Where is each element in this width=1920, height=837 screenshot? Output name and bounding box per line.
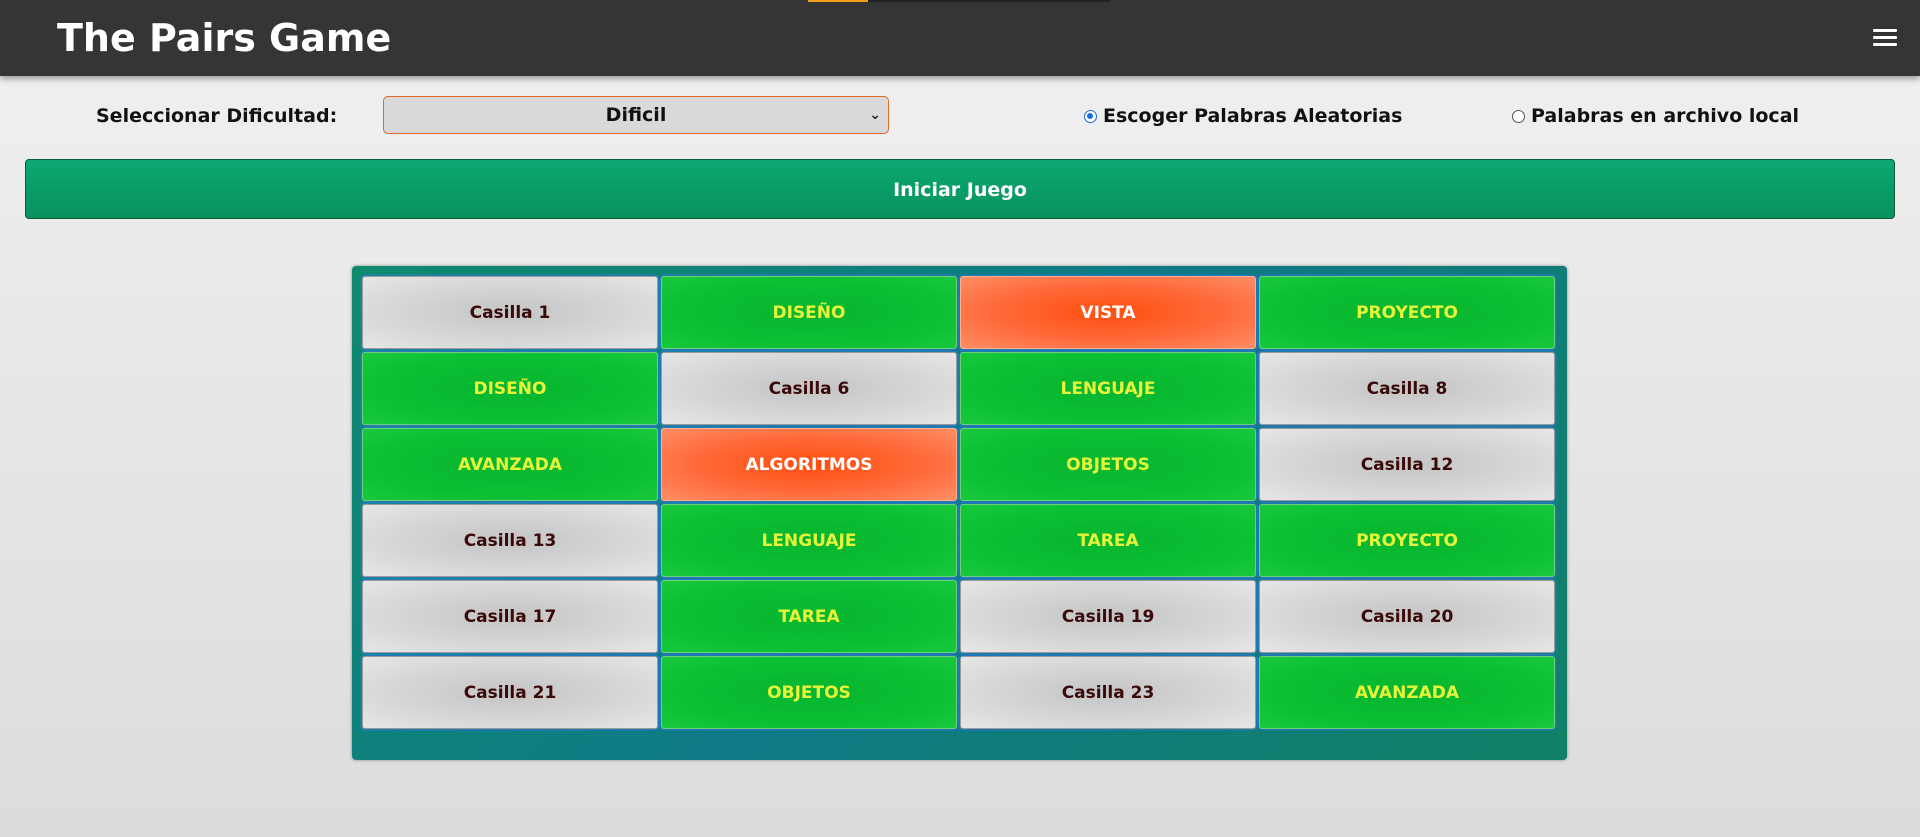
difficulty-select[interactable]: Dificil ⌄ xyxy=(383,96,889,134)
board-tile[interactable]: LENGUAJE xyxy=(960,352,1256,425)
radio-random-indicator[interactable] xyxy=(1084,109,1097,123)
menu-bar xyxy=(1873,35,1897,39)
board-tile[interactable]: Casilla 12 xyxy=(1259,428,1555,501)
board-tile[interactable]: Casilla 17 xyxy=(362,580,658,653)
board-tile[interactable]: Casilla 20 xyxy=(1259,580,1555,653)
board-tile[interactable]: AVANZADA xyxy=(1259,656,1555,729)
board-tile[interactable]: Casilla 1 xyxy=(362,276,658,349)
board-tile[interactable]: Casilla 19 xyxy=(960,580,1256,653)
board-tile[interactable]: VISTA xyxy=(960,276,1256,349)
game-controls: Seleccionar Dificultad: Dificil ⌄ Escoge… xyxy=(0,96,1920,136)
board-tile[interactable]: DISEÑO xyxy=(661,276,957,349)
board-tile[interactable]: Casilla 8 xyxy=(1259,352,1555,425)
radio-local-label: Palabras en archivo local xyxy=(1531,105,1800,127)
loading-progress-bar xyxy=(808,0,1110,2)
board-tile[interactable]: PROYECTO xyxy=(1259,276,1555,349)
menu-bar xyxy=(1873,28,1897,32)
radio-random-words[interactable]: Escoger Palabras Aleatorias xyxy=(1084,105,1402,127)
chevron-down-icon: ⌄ xyxy=(869,107,881,123)
board-tile[interactable]: ALGORITMOS xyxy=(661,428,957,501)
app-title: The Pairs Game xyxy=(57,16,392,60)
board-tile[interactable]: TAREA xyxy=(960,504,1256,577)
start-game-button[interactable]: Iniciar Juego xyxy=(25,159,1895,219)
difficulty-selected-value: Dificil xyxy=(605,104,667,126)
board-tile[interactable]: Casilla 21 xyxy=(362,656,658,729)
difficulty-label: Seleccionar Dificultad: xyxy=(96,105,338,127)
radio-local-file[interactable]: Palabras en archivo local xyxy=(1512,105,1799,127)
loading-progress-fill xyxy=(808,0,869,2)
board-tile[interactable]: Casilla 23 xyxy=(960,656,1256,729)
radio-local-indicator[interactable] xyxy=(1512,109,1525,123)
menu-bar xyxy=(1873,42,1897,46)
board-tile[interactable]: DISEÑO xyxy=(362,352,658,425)
board-tile[interactable]: AVANZADA xyxy=(362,428,658,501)
board-tile[interactable]: Casilla 13 xyxy=(362,504,658,577)
board-tile[interactable]: Casilla 6 xyxy=(661,352,957,425)
board-tile[interactable]: TAREA xyxy=(661,580,957,653)
tile-grid: Casilla 1 DISEÑO VISTA PROYECTO DISEÑO Casill… xyxy=(362,276,1557,729)
game-board: Casilla 1 DISEÑO VISTA PROYECTO DISEÑO Casill… xyxy=(352,266,1567,760)
app-header: The Pairs Game xyxy=(0,0,1920,76)
board-tile[interactable]: LENGUAJE xyxy=(661,504,957,577)
hamburger-menu-icon[interactable] xyxy=(1868,22,1902,52)
board-tile[interactable]: PROYECTO xyxy=(1259,504,1555,577)
board-tile[interactable]: OBJETOS xyxy=(960,428,1256,501)
board-tile[interactable]: OBJETOS xyxy=(661,656,957,729)
radio-random-label: Escoger Palabras Aleatorias xyxy=(1103,105,1403,127)
